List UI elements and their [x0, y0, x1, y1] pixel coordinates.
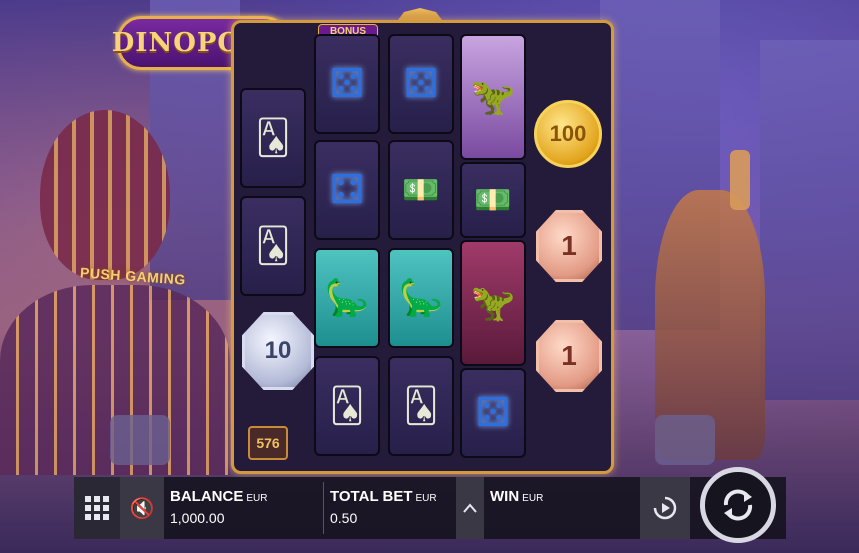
- cash-stack-icon: 💵: [402, 173, 440, 207]
- reel-symbol-dice: ⚄: [388, 34, 454, 134]
- dice-icon: ⚄: [329, 62, 365, 106]
- spin-arrows-icon: [723, 489, 753, 521]
- reel-symbol-dice: ⚃: [314, 140, 380, 240]
- speaker-muted-icon: 🔇: [129, 497, 155, 520]
- reel-symbol-cards: 🂡: [314, 356, 380, 456]
- chevron-up-icon: [463, 503, 477, 513]
- spin-ring: [700, 467, 776, 543]
- reel-symbol-dino-red: 🦖: [460, 240, 526, 366]
- total-bet-value: 0.50: [330, 510, 358, 526]
- playing-cards-icon: 🂡: [403, 387, 439, 425]
- playing-cards-icon: 🂡: [329, 387, 365, 425]
- dice-icon: ⚄: [403, 62, 439, 106]
- reel-symbol-dice: ⚄: [460, 368, 526, 458]
- reel-symbol-dino: 🦕: [314, 248, 380, 348]
- sound-toggle-button[interactable]: 🔇: [120, 477, 164, 539]
- background-torch: [730, 150, 750, 210]
- dinosaur-icon: 🦕: [398, 277, 444, 318]
- reel-symbol-dino-boss: 🦖: [460, 34, 526, 160]
- spin-button[interactable]: [690, 465, 786, 545]
- background-spotlight: [110, 415, 170, 465]
- ways-counter: 576: [248, 426, 288, 460]
- autoplay-icon: [653, 496, 677, 520]
- background-spotlight: [655, 415, 715, 465]
- dice-icon: ⚄: [475, 391, 511, 435]
- reel-symbol-dino: 🦕: [388, 248, 454, 348]
- balance-value: 1,000.00: [170, 510, 225, 526]
- dinosaur-icon: 🦕: [324, 277, 370, 318]
- cash-stack-icon: 💵: [474, 183, 512, 217]
- reel-symbol-cards: 🂡: [240, 196, 306, 296]
- background-dome: [40, 110, 170, 280]
- playing-cards-icon: 🂡: [255, 227, 291, 265]
- coin-bronze: 1: [536, 320, 602, 392]
- dice-icon: ⚃: [329, 168, 365, 212]
- playing-cards-icon: 🂡: [255, 119, 291, 157]
- reel-symbol-cash: 💵: [388, 140, 454, 240]
- reel-symbol-cards: 🂡: [240, 88, 306, 188]
- background-tower: [760, 40, 859, 400]
- coin-gold: 100: [534, 100, 602, 168]
- reel-symbol-cash: 💵: [460, 162, 526, 238]
- win-label: WIN EUR: [490, 488, 544, 505]
- coin-bronze: 1: [536, 210, 602, 282]
- divider: [323, 482, 324, 534]
- grid-menu-icon: [85, 496, 109, 520]
- dinosaur-icon: 🦖: [470, 76, 516, 117]
- reel-symbol-cards: 🂡: [388, 356, 454, 456]
- autoplay-button[interactable]: [640, 477, 690, 539]
- total-bet-label: TOTAL BET EUR: [330, 488, 437, 505]
- reel-symbol-dice: ⚄: [314, 34, 380, 134]
- dinosaur-icon: 🦖: [470, 282, 516, 323]
- bet-increase-button[interactable]: [456, 477, 484, 539]
- menu-button[interactable]: [74, 477, 120, 539]
- balance-label: BALANCE EUR: [170, 488, 268, 505]
